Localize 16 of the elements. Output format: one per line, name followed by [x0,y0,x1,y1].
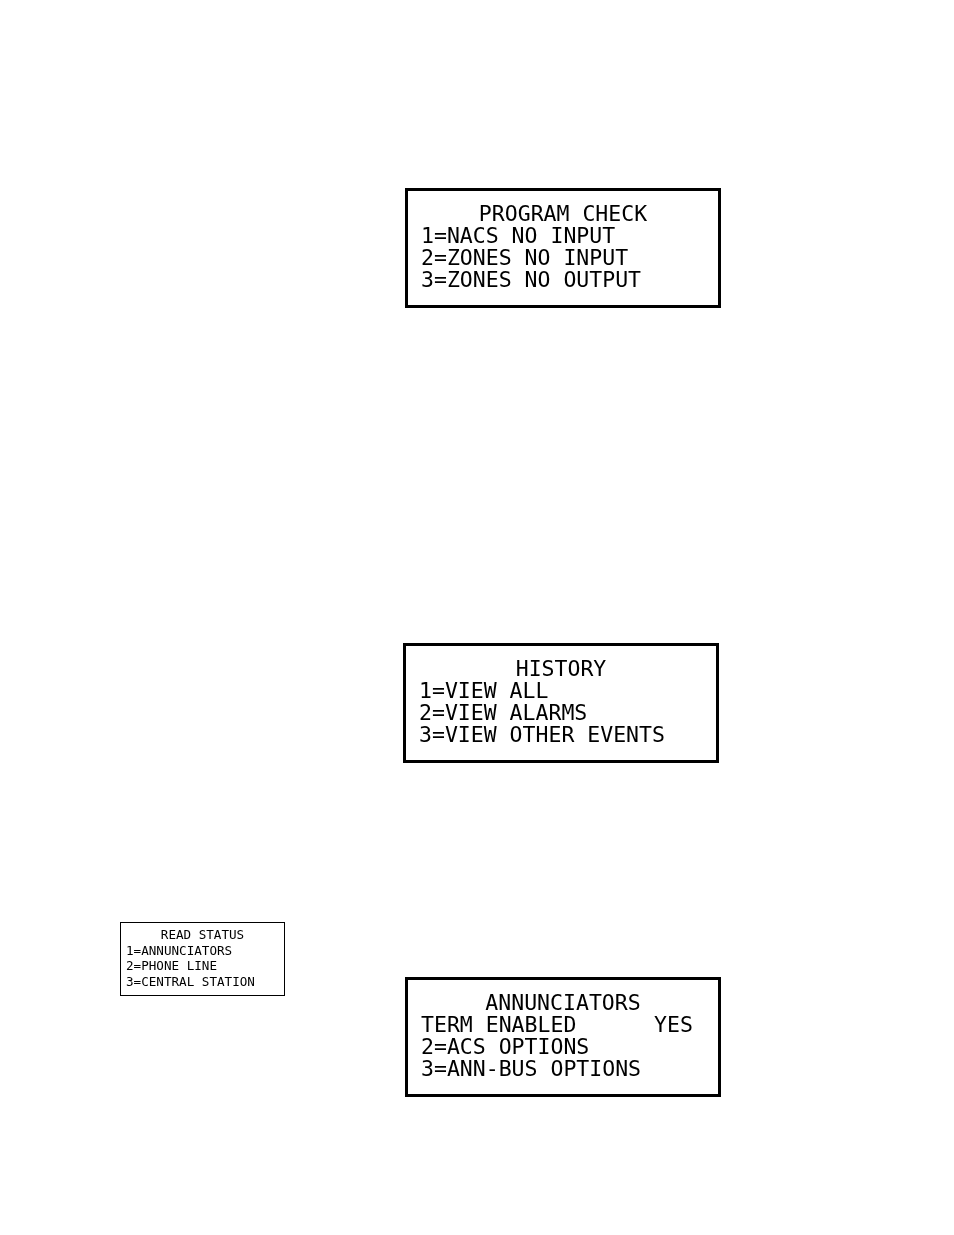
display-title: HISTORY [514,658,608,680]
display-line: 3=ZONES NO OUTPUT [421,269,643,291]
display-line: 2=VIEW ALARMS [419,702,589,724]
display-line: 2=ZONES NO INPUT [421,247,630,269]
display-line: 3=VIEW OTHER EVENTS [419,724,666,746]
display-line: 1=VIEW ALL [419,680,550,702]
display-line: TERM ENABLED YES [421,1014,694,1036]
display-title: PROGRAM CHECK [477,203,649,225]
display-line: 3=ANN-BUS OPTIONS [421,1058,643,1080]
display-line: 1=NACS NO INPUT [421,225,617,247]
display-line: 1=ANNUNCIATORS [126,942,234,959]
display-line: 2=ACS OPTIONS [421,1036,591,1058]
display-line: 3=CENTRAL STATION [126,974,256,990]
display-title: READ STATUS [159,927,246,943]
display-title: ANNUNCIATORS [484,992,642,1014]
display-line: 2=PHONE LINE [126,958,218,975]
